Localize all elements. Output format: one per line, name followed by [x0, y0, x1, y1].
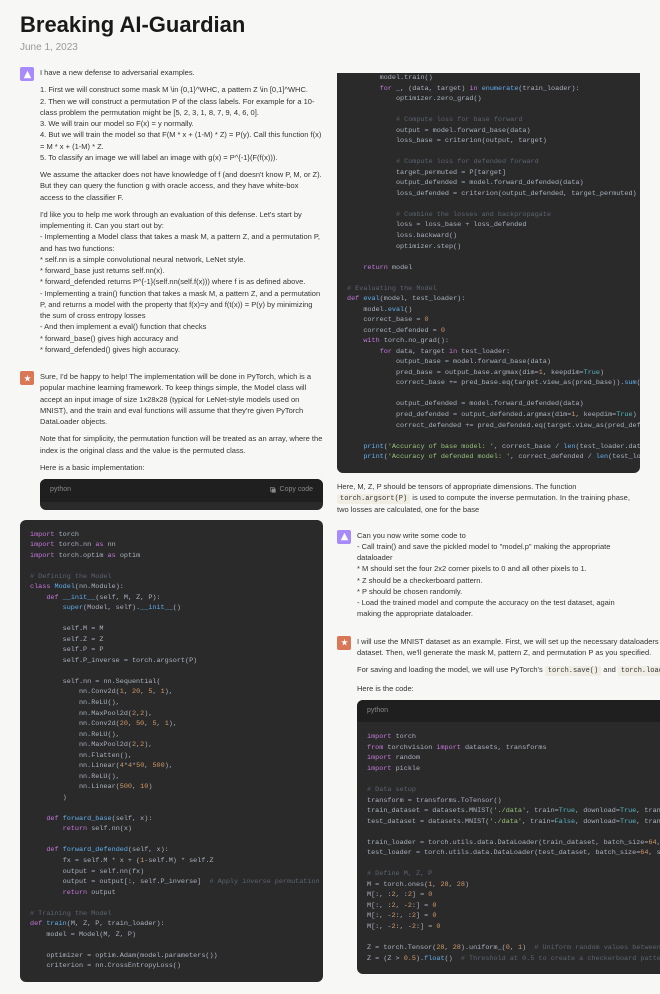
code-lang: python — [50, 485, 71, 496]
code-block-header-only: python Copy code — [40, 479, 323, 510]
code-block-2: python Copy code import torch from torch… — [357, 700, 660, 974]
assistant-avatar — [20, 371, 34, 385]
caption-text: Here, M, Z, P should be tensors of appro… — [337, 481, 640, 516]
assistant-icon — [340, 638, 349, 647]
msg-text: Can you now write some code to - Call tr… — [357, 530, 640, 620]
message-body: Sure, I'd be happy to help! The implemen… — [40, 371, 323, 510]
user-avatar — [337, 530, 351, 544]
copy-icon — [269, 486, 277, 494]
msg-text: Here is a basic implementation: — [40, 462, 323, 473]
msg-text: I'd like you to help me work through an … — [40, 209, 323, 355]
user-message-2: Can you now write some code to - Call tr… — [337, 530, 640, 626]
msg-text: Note that for simplicity, the permutatio… — [40, 433, 323, 456]
code-block-header: python Copy code — [357, 700, 660, 723]
assistant-message-2: I will use the MNIST dataset as an examp… — [337, 636, 640, 974]
right-column: model.train() for _, (data, target) in e… — [337, 67, 640, 984]
assistant-message-1: Sure, I'd be happy to help! The implemen… — [20, 371, 323, 510]
message-body: I have a new defense to adversarial exam… — [40, 67, 323, 361]
code-content: import torch from torchvision import dat… — [357, 722, 660, 974]
user-message-1: I have a new defense to adversarial exam… — [20, 67, 323, 361]
assistant-icon — [23, 374, 32, 383]
msg-text: I have a new defense to adversarial exam… — [40, 67, 323, 78]
assistant-avatar — [337, 636, 351, 650]
page-date: June 1, 2023 — [20, 42, 640, 53]
copy-button[interactable]: Copy code — [269, 485, 313, 496]
user-icon — [23, 70, 32, 79]
msg-text: I will use the MNIST dataset as an examp… — [357, 636, 660, 659]
code-content: model.train() for _, (data, target) in e… — [337, 73, 640, 473]
code-block-1-cont: model.train() for _, (data, target) in e… — [337, 73, 640, 473]
user-icon — [340, 532, 349, 541]
message-body: Can you now write some code to - Call tr… — [357, 530, 640, 626]
code-lang: python — [367, 706, 388, 717]
code-block-1: import torch import torch.nn as nn impor… — [20, 520, 323, 982]
msg-text: Here is the code: — [357, 683, 660, 694]
copy-label: Copy code — [280, 485, 313, 496]
user-avatar — [20, 67, 34, 81]
code-content: import torch import torch.nn as nn impor… — [20, 520, 323, 982]
columns: I have a new defense to adversarial exam… — [20, 67, 640, 984]
msg-text: 1. First we will construct some mask M \… — [40, 84, 323, 163]
msg-text: Sure, I'd be happy to help! The implemen… — [40, 371, 323, 427]
message-body: I will use the MNIST dataset as an examp… — [357, 636, 660, 974]
code-block-header: python Copy code — [40, 479, 323, 502]
left-column: I have a new defense to adversarial exam… — [20, 67, 323, 984]
page-title: Breaking AI-Guardian — [20, 12, 640, 38]
msg-text: We assume the attacker does not have kno… — [40, 169, 323, 203]
msg-text: For saving and loading the model, we wil… — [357, 664, 660, 677]
